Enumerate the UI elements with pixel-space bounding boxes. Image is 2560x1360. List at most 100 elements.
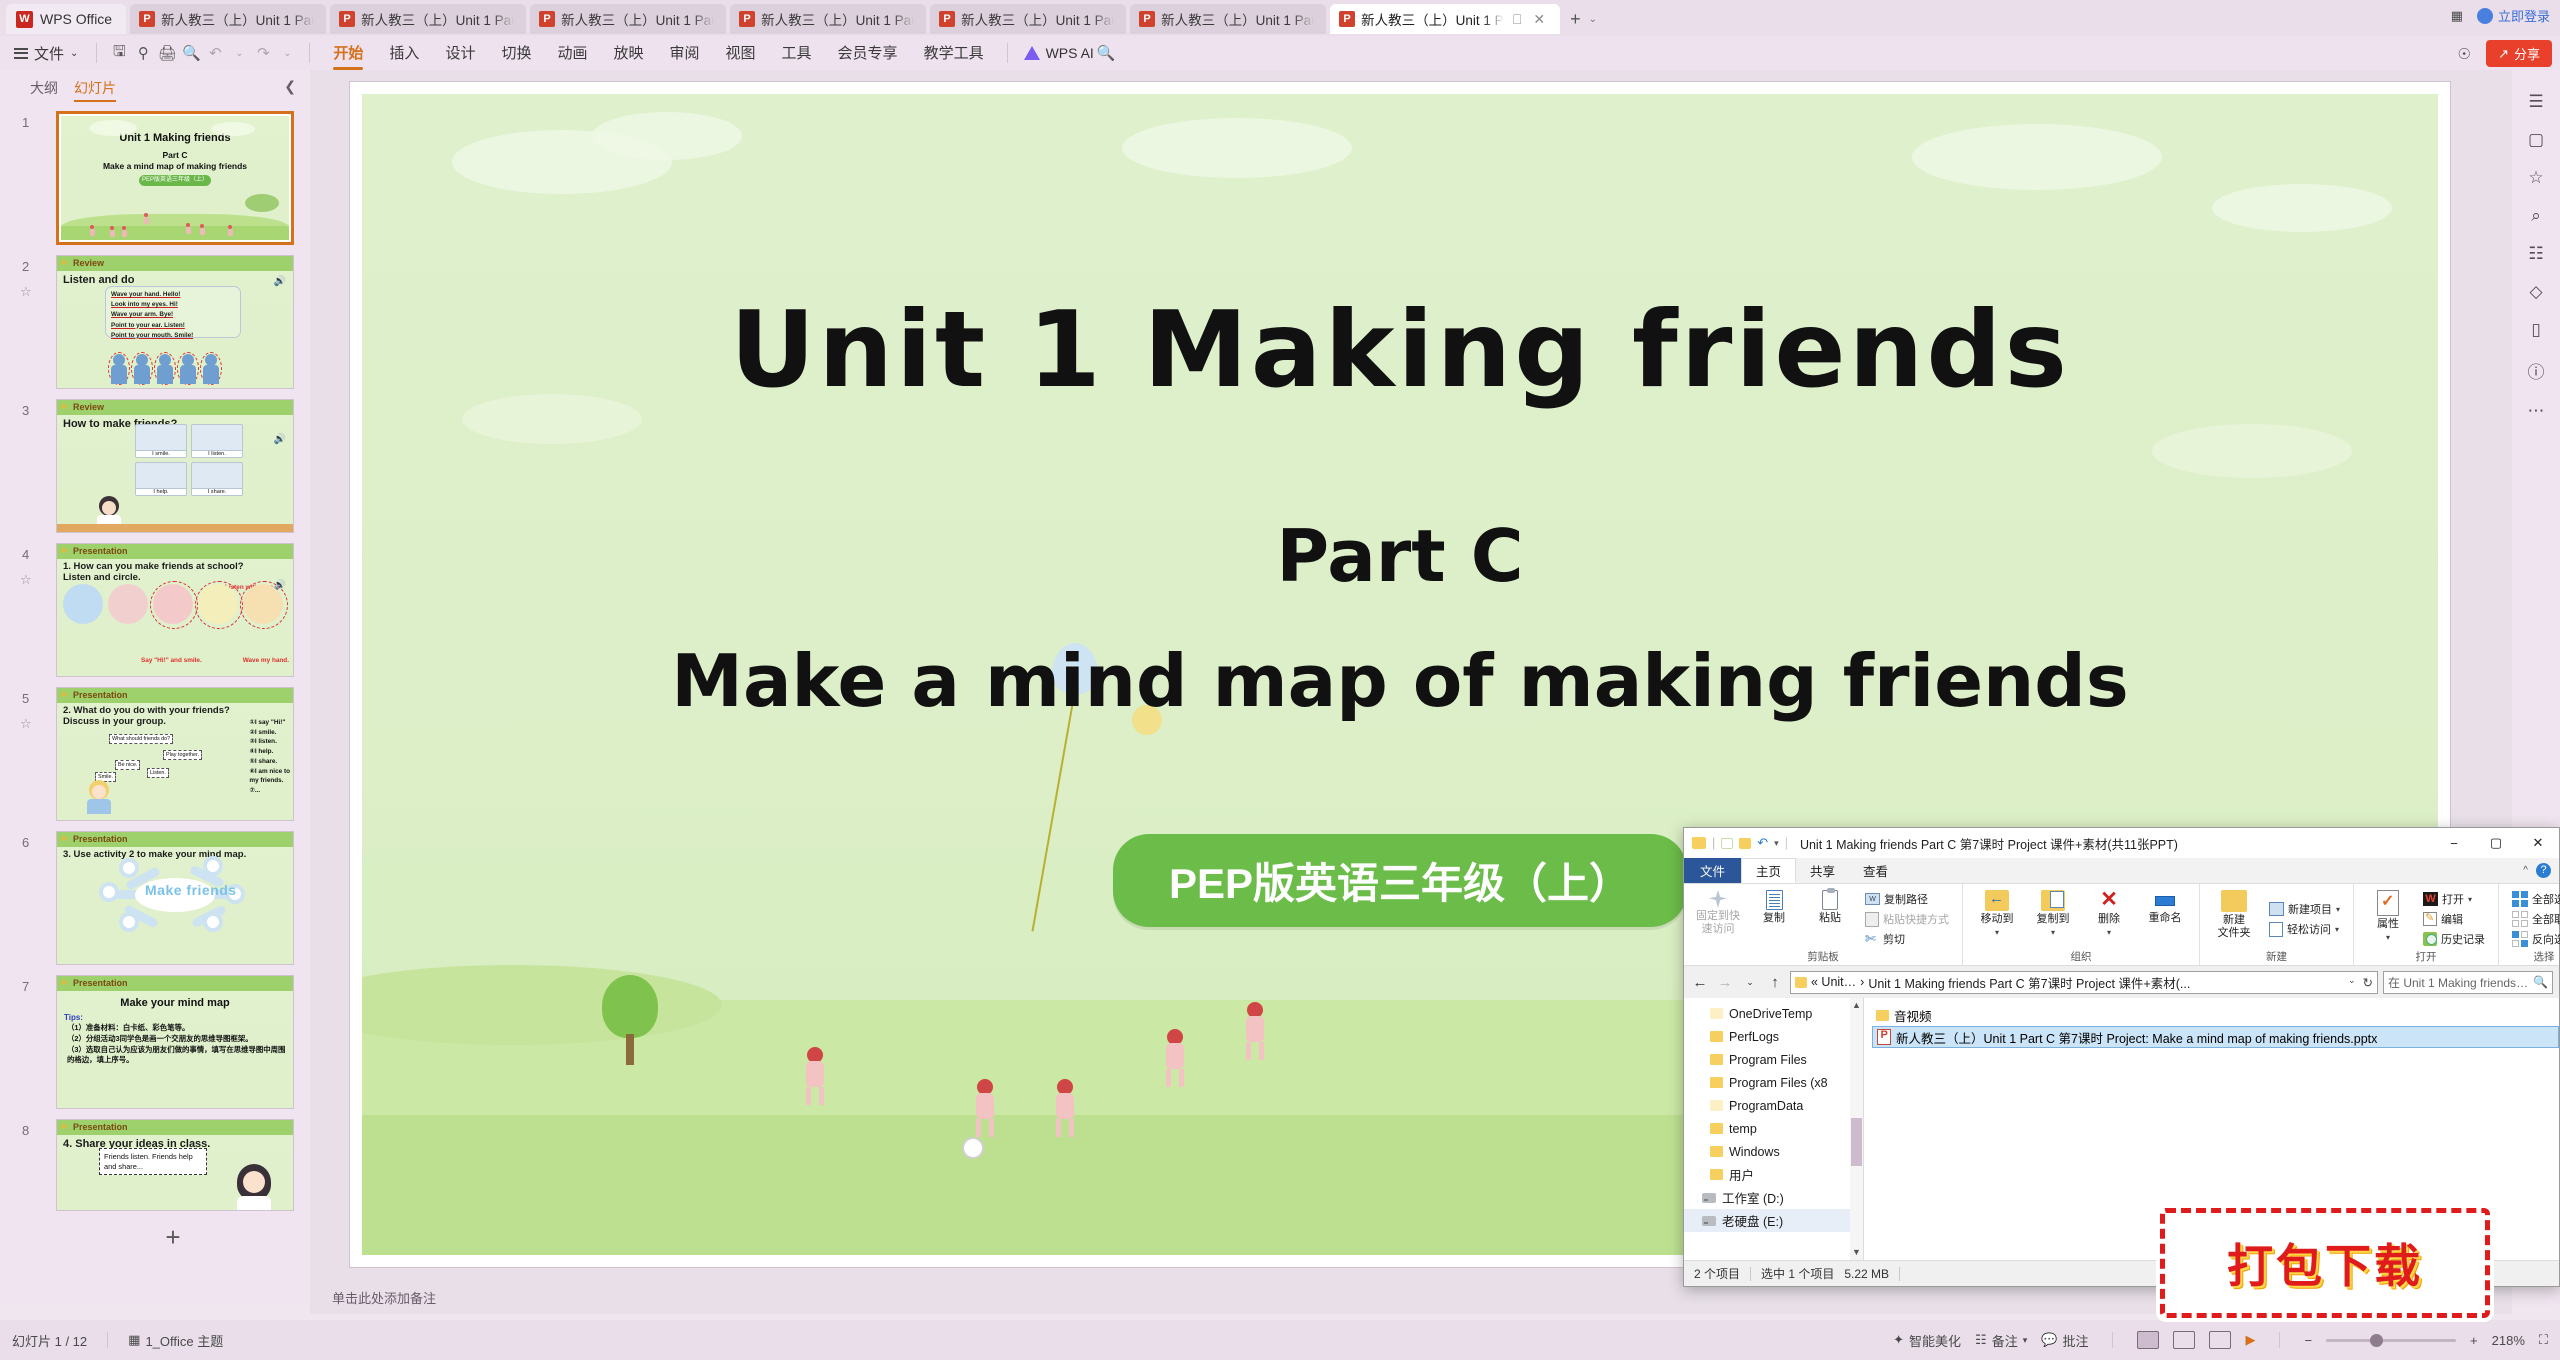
slide-thumbnail[interactable]: Presentation 3. Use activity 2 to make y… [56,831,294,965]
properties-button[interactable]: 属性 ▾ [2360,887,2416,951]
fit-to-window-icon[interactable]: ⛶ [2539,1332,2548,1348]
document-tab-4[interactable]: P 新人教三（上）Unit 1 Part B 第4课时 [730,4,927,34]
star-icon[interactable]: ☆ [2528,168,2543,188]
slide-thumb-6[interactable]: 6 Presentation 3. Use activity 2 to make… [0,826,310,970]
notes-toggle-button[interactable]: ☷ 备注 ▾ [1975,1331,2027,1350]
history-button[interactable]: 历史记录 [2420,930,2488,948]
apps-grid-icon[interactable]: ▦ [2451,8,2463,24]
document-tab-1[interactable]: P 新人教三（上）Unit 1 Part A 第1课时 [130,4,327,34]
format-icon[interactable]: ☰ [2528,92,2543,112]
invert-selection-button[interactable]: 反向选择 [2509,930,2560,948]
comment-button[interactable]: 💬 批注 [2041,1331,2088,1350]
chevron-down-icon[interactable]: ▾ [2386,933,2390,942]
maximize-button[interactable]: ▢ [2475,828,2517,858]
copy-path-button[interactable]: W 复制路径 [1862,890,1952,908]
dropdown-icon[interactable]: ▾ [1774,838,1779,849]
slide-thumbnail[interactable]: Unit 1 Making friends Part C Make a mind… [56,111,294,245]
beautify-button[interactable]: ✦ 智能美化 [1893,1331,1961,1350]
cut-button[interactable]: ✄ 剪切 [1862,930,1952,948]
explorer-file-menu[interactable]: 文件 [1684,858,1742,883]
more-caret-icon[interactable]: ⌄ [275,41,299,65]
zoom-out-button[interactable]: − [2304,1333,2312,1348]
slide-thumb-8[interactable]: 8 Presentation 4. Share your ideas in cl… [0,1114,310,1216]
collapse-ribbon-icon[interactable]: ^ [2523,865,2528,876]
new-folder-button[interactable]: 新建 文件夹 [2206,887,2262,951]
refresh-icon[interactable]: ↻ [2363,975,2373,990]
select-all-button[interactable]: 全部选择 [2509,890,2560,908]
close-tab-icon[interactable]: ✕ [1530,11,1548,28]
slide-title[interactable]: Unit 1 Making friends [362,289,2438,411]
shapes-icon[interactable]: ◇ [2529,282,2542,302]
image-icon[interactable]: ▢ [2528,130,2544,150]
zoom-slider[interactable] [2326,1333,2457,1347]
chevron-down-icon[interactable]: ▾ [2107,928,2111,937]
slide-thumb-7[interactable]: 7 Presentation Make your mind map Tips: … [0,970,310,1114]
help-icon[interactable]: ⓘ [2528,358,2545,383]
paste-button[interactable]: 粘贴 [1802,887,1858,951]
nav-item-drive-e[interactable]: 老硬盘 (E:) [1684,1209,1863,1232]
slide-sorter-view-button[interactable] [2173,1331,2196,1349]
nav-item-program-files[interactable]: Program Files [1684,1048,1863,1071]
print-icon[interactable]: 🖨 [155,41,179,65]
slide-thumbnail[interactable]: Presentation 4. Share your ideas in clas… [56,1119,294,1211]
file-menu-button[interactable]: 文件 ⌄ [14,43,78,64]
slide-thumbnail[interactable]: Presentation Make your mind map Tips: （1… [56,975,294,1109]
ribbon-tab-view[interactable]: 视图 [713,38,769,69]
slide-thumbnail-list[interactable]: 1 Unit 1 Making friends Part C Make a mi… [0,106,310,1305]
text-icon[interactable]: ▯ [2531,320,2540,340]
slide-thumb-4[interactable]: 4 ☆ Presentation 1. How can you make fri… [0,538,310,682]
chevron-down-icon[interactable]: ▾ [2468,895,2472,904]
document-tab-2[interactable]: P 新人教三（上）Unit 1 Part A 第2课时 [330,4,527,34]
ribbon-tab-design[interactable]: 设计 [432,38,488,69]
ribbon-tab-tools[interactable]: 工具 [769,38,825,69]
properties-icon[interactable] [1721,837,1734,849]
slide-subtitle-desc[interactable]: Make a mind map of making friends [362,639,2438,723]
find-icon[interactable]: 🔍 [179,41,203,65]
explorer-tab-home[interactable]: 主页 [1741,858,1797,883]
nav-item-drive-d[interactable]: 工作室 (D:) [1684,1186,1863,1209]
copy-button[interactable]: 复制 [1746,887,1802,951]
search-icon[interactable]: 🔍 [2533,975,2548,989]
copy-to-button[interactable]: 复制到 ▾ [2025,887,2081,951]
nav-item-onedrivetemp[interactable]: OneDriveTemp [1684,1002,1863,1025]
chevron-down-icon[interactable]: ▾ [1995,928,1999,937]
recent-locations-button[interactable]: ⌄ [1740,977,1760,988]
slide-thumbnail[interactable]: Review How to make friends? 🔊 I smile. I… [56,399,294,533]
zoom-slider-handle[interactable] [2370,1333,2384,1347]
breadcrumb-current[interactable]: Unit 1 Making friends Part C 第7课时 Projec… [1868,973,2190,992]
add-slide-button[interactable]: + [0,1216,310,1253]
redo-icon[interactable]: ↷ [251,41,275,65]
crop-icon[interactable]: ⌕ [2531,206,2541,226]
slide-thumb-1[interactable]: 1 Unit 1 Making friends Part C Make a mi… [0,106,310,250]
more-icon[interactable]: ⋯ [2528,401,2545,421]
theme-chip[interactable]: ▦ 1_Office 主题 [128,1331,223,1350]
document-tab-3[interactable]: P 新人教三（上）Unit 1 Part A 第3课时 [530,4,727,34]
undo-caret-icon[interactable]: ⌄ [227,41,251,65]
easy-access-button[interactable]: 轻松访问 ▾ [2266,920,2343,938]
close-button[interactable]: ✕ [2517,828,2559,858]
wps-office-home-tab[interactable]: W WPS Office [6,4,127,34]
explorer-tab-view[interactable]: 查看 [1849,858,1902,883]
rename-button[interactable]: 重命名 [2137,887,2193,951]
document-tab-5[interactable]: P 新人教三（上）Unit 1 Part B 第5课时 [930,4,1127,34]
slide-thumbnail[interactable]: Review Listen and do 🔊 Wave your hand. H… [56,255,294,389]
search-icon[interactable]: 🔍 [1094,41,1118,65]
layers-icon[interactable]: ☷ [2528,244,2543,264]
zoom-in-button[interactable]: + [2470,1333,2478,1348]
address-breadcrumb[interactable]: « Unit… › Unit 1 Making friends Part C 第… [1790,970,2378,994]
ribbon-tab-animations[interactable]: 动画 [544,38,600,69]
undo-icon[interactable]: ↶ [1757,835,1768,851]
present-tab-icon[interactable]: ⎕ [1510,11,1524,28]
chevron-down-icon[interactable]: ▾ [2335,925,2339,934]
breadcrumb-prefix[interactable]: « Unit… [1811,975,1856,989]
nav-item-programdata[interactable]: ProgramData [1684,1094,1863,1117]
ribbon-tab-home[interactable]: 开始 [320,38,376,70]
wps-ai-button[interactable]: WPS AI [1018,45,1094,61]
pin-to-quick-access-button[interactable]: 固定到快 速访问 [1690,887,1746,951]
back-button[interactable]: ← [1690,974,1710,991]
slideshow-button[interactable]: ▶ [2245,1332,2255,1348]
file-row-pptx-selected[interactable]: 新人教三（上）Unit 1 Part C 第7课时 Project: Make … [1872,1026,2559,1048]
download-stamp-overlay[interactable]: 打包下载 [2160,1208,2490,1318]
collaborate-icon[interactable]: ☉ [2452,42,2476,66]
minimize-button[interactable]: − [2433,828,2475,858]
